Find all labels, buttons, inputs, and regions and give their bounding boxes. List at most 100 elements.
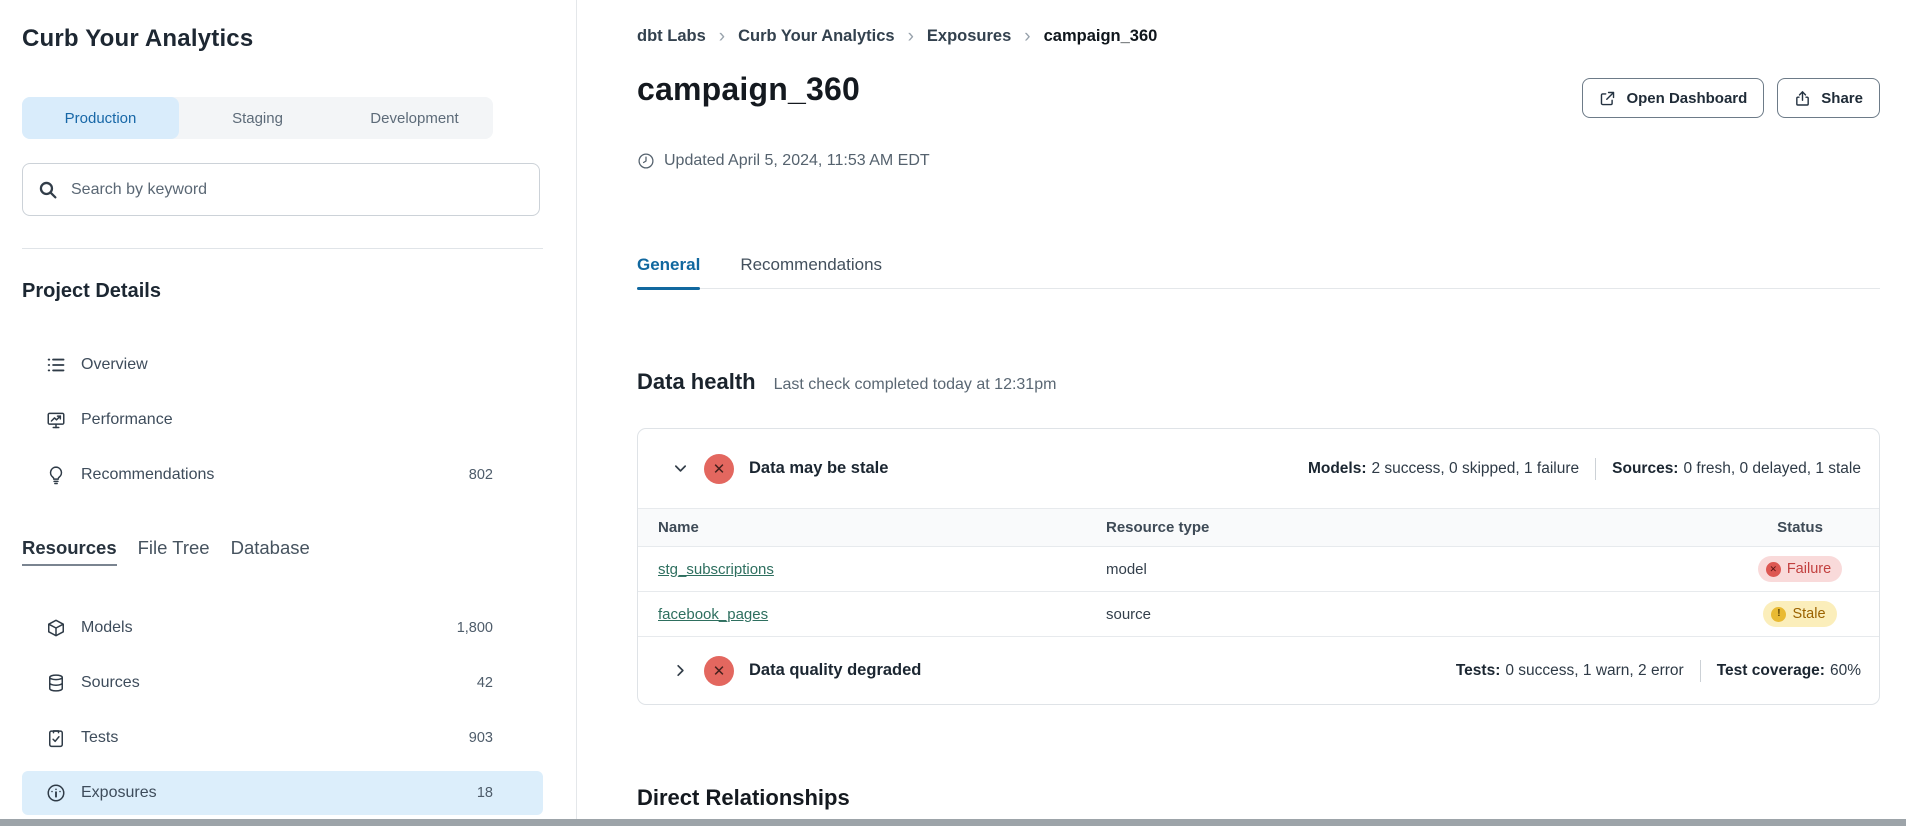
open-dashboard-label: Open Dashboard (1626, 90, 1747, 107)
updated-timestamp: Updated April 5, 2024, 11:53 AM EDT (637, 152, 1880, 170)
sidebar-item-overview[interactable]: Overview (22, 343, 543, 387)
clock-icon (637, 152, 655, 170)
resource-link-stg-subscriptions[interactable]: stg_subscriptions (658, 561, 774, 578)
project-details-heading: Project Details (22, 279, 576, 303)
status-badge-stale: ! Stale (1763, 601, 1836, 627)
data-health-header: Data health Last check completed today a… (637, 369, 1880, 395)
clipboard-check-icon (46, 728, 66, 748)
table-header: Name Resource type Status (638, 509, 1879, 547)
env-tab-staging[interactable]: Staging (179, 97, 336, 139)
page-title: campaign_360 (637, 70, 860, 108)
chevron-right-icon: › (908, 27, 914, 46)
sidebar-item-label: Overview (81, 356, 148, 374)
direct-relationships-heading: Direct Relationships (637, 785, 1880, 811)
sidebar-item-recommendations[interactable]: Recommendations 802 (22, 453, 543, 497)
sidebar-item-label: Performance (81, 411, 173, 429)
table-row: stg_subscriptions model ✕ Failure (638, 547, 1879, 592)
status-badge-label: Failure (1787, 561, 1831, 577)
environment-switcher: Production Staging Development (22, 97, 493, 139)
main-content: dbt Labs › Curb Your Analytics › Exposur… (577, 0, 1906, 826)
breadcrumb-current: campaign_360 (1044, 27, 1158, 46)
chevron-right-icon[interactable] (673, 663, 688, 678)
cube-icon (46, 618, 66, 638)
status-cell: ✕ Failure (1758, 556, 1842, 582)
project-details-nav: Overview Performance Recommendations 802 (22, 343, 576, 497)
tab-general[interactable]: General (637, 255, 700, 288)
stale-section-stats: Models:2 success, 0 skipped, 1 failure S… (1308, 458, 1861, 480)
updated-text: Updated April 5, 2024, 11:53 AM EDT (664, 152, 930, 170)
sidebar-item-tests[interactable]: Tests 903 (22, 716, 543, 760)
sidebar-item-label: Models (81, 619, 133, 637)
performance-icon (46, 410, 66, 430)
env-tab-production[interactable]: Production (22, 97, 179, 139)
item-count: 18 (477, 785, 493, 801)
quality-section-title: Data quality degraded (749, 661, 921, 680)
chevron-right-icon: › (1024, 27, 1030, 46)
dbt-explorer-window: Curb Your Analytics Production Staging D… (0, 0, 1906, 826)
status-badge-failure: ✕ Failure (1758, 556, 1842, 582)
resources-nav: Models 1,800 Sources 42 Tests 903 (22, 606, 576, 815)
sidebar-item-models[interactable]: Models 1,800 (22, 606, 543, 650)
data-health-heading: Data health (637, 369, 756, 395)
error-status-icon: ✕ (704, 656, 734, 686)
sidebar-item-performance[interactable]: Performance (22, 398, 543, 442)
stat-divider (1595, 458, 1596, 480)
item-count: 1,800 (457, 620, 493, 636)
resource-link-facebook-pages[interactable]: facebook_pages (658, 606, 768, 623)
external-link-icon (1599, 90, 1616, 107)
column-header-status: Status (1777, 519, 1823, 536)
project-title: Curb Your Analytics (22, 24, 576, 53)
warning-exclamation-icon: ! (1771, 607, 1786, 622)
models-stat: Models:2 success, 0 skipped, 1 failure (1308, 460, 1579, 478)
detail-tabbar: General Recommendations (637, 255, 1880, 289)
resource-type-cell: model (1106, 561, 1739, 578)
sidebar: Curb Your Analytics Production Staging D… (0, 0, 577, 826)
list-icon (46, 355, 66, 375)
tab-database[interactable]: Database (231, 537, 310, 566)
breadcrumb: dbt Labs › Curb Your Analytics › Exposur… (637, 27, 1880, 46)
lightbulb-icon (46, 465, 66, 485)
chevron-down-icon[interactable] (673, 461, 688, 476)
search-box (22, 163, 540, 216)
column-header-name: Name (658, 519, 1106, 536)
sidebar-item-label: Sources (81, 674, 140, 692)
item-count: 802 (469, 467, 493, 483)
quality-section-header[interactable]: ✕ Data quality degraded Tests:0 success,… (638, 637, 1879, 704)
sidebar-item-exposures[interactable]: Exposures 18 (22, 771, 543, 815)
gauge-icon (46, 783, 66, 803)
stale-section-header[interactable]: ✕ Data may be stale Models:2 success, 0 … (638, 429, 1879, 509)
database-icon (46, 673, 66, 693)
sidebar-item-label: Exposures (81, 784, 157, 802)
chevron-right-icon: › (719, 27, 725, 46)
share-button[interactable]: Share (1777, 78, 1880, 118)
window-bottom-edge (0, 819, 1906, 826)
open-dashboard-button[interactable]: Open Dashboard (1582, 78, 1764, 118)
error-status-icon: ✕ (704, 454, 734, 484)
status-badge-label: Stale (1792, 606, 1825, 622)
tab-file-tree[interactable]: File Tree (138, 537, 210, 566)
sidebar-divider (22, 248, 543, 249)
sources-stat: Sources:0 fresh, 0 delayed, 1 stale (1612, 460, 1861, 478)
stat-divider (1700, 660, 1701, 682)
share-label: Share (1821, 90, 1863, 107)
error-x-icon: ✕ (1766, 562, 1781, 577)
status-cell: ! Stale (1763, 601, 1836, 627)
column-header-resource-type: Resource type (1106, 519, 1739, 536)
search-icon (37, 179, 58, 200)
tab-recommendations[interactable]: Recommendations (740, 255, 882, 288)
sidebar-item-sources[interactable]: Sources 42 (22, 661, 543, 705)
last-check-text: Last check completed today at 12:31pm (774, 376, 1057, 394)
data-health-card: ✕ Data may be stale Models:2 success, 0 … (637, 428, 1880, 705)
item-count: 42 (477, 675, 493, 691)
env-tab-development[interactable]: Development (336, 97, 493, 139)
test-coverage-stat: Test coverage:60% (1717, 662, 1861, 680)
breadcrumb-exposures[interactable]: Exposures (927, 27, 1011, 46)
breadcrumb-account[interactable]: dbt Labs (637, 27, 706, 46)
resources-tabbar: Resources File Tree Database (22, 537, 576, 566)
breadcrumb-project[interactable]: Curb Your Analytics (738, 27, 894, 46)
item-count: 903 (469, 730, 493, 746)
search-input[interactable] (69, 180, 525, 200)
stale-section-title: Data may be stale (749, 459, 888, 478)
sidebar-item-label: Tests (81, 729, 118, 747)
tab-resources[interactable]: Resources (22, 537, 117, 566)
